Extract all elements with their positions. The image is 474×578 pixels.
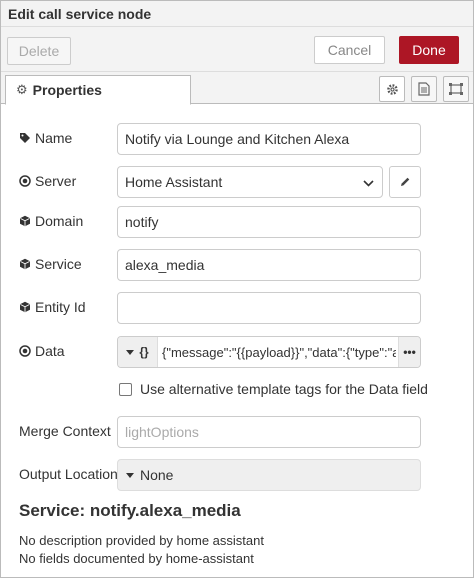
domain-label: Domain [19,213,83,229]
service-input[interactable]: alexa_media [117,249,421,281]
output-location-value: None [140,467,174,483]
caret-down-icon [126,472,134,478]
output-location-row: Output Location None [0,459,474,491]
domain-row: Domain notify [0,206,474,238]
gear-icon: ⚙ [16,82,28,97]
data-value[interactable]: {"message":"{{payload}}","data":{"type":… [162,337,396,367]
node-appearance-icon [449,83,463,95]
domain-input[interactable]: notify [117,206,421,238]
entity-id-row: Entity Id [0,292,474,324]
service-heading: Service: notify.alexa_media [19,501,241,520]
output-location-select[interactable]: None [117,459,421,491]
name-row: Name Notify via Lounge and Kitchen Alexa [0,123,474,155]
pencil-icon [401,177,410,186]
file-icon [418,82,430,96]
tag-icon [19,132,31,144]
data-row: Data {} {"message":"{{payload}}","data":… [0,336,474,368]
alt-template-row: Use alternative template tags for the Da… [119,381,428,397]
title-bar: Edit call service node [1,1,473,27]
caret-down-icon [126,349,135,355]
tab-properties[interactable]: ⚙ Properties [5,75,191,105]
edit-server-button[interactable] [389,166,421,198]
merge-context-row: Merge Context lightOptions [0,416,474,448]
service-fields-note: No fields documented by home-assistant [19,551,254,566]
output-location-label: Output Location [19,466,118,482]
dot-circle-icon [19,175,31,187]
name-input[interactable]: Notify via Lounge and Kitchen Alexa [117,123,421,155]
entity-id-label: Entity Id [19,299,86,315]
cube-icon [19,301,31,313]
data-type-label: {} [139,345,149,359]
tab-description[interactable] [411,76,437,102]
dot-circle-icon [19,345,31,357]
alt-template-label: Use alternative template tags for the Da… [140,381,428,397]
expand-editor-button[interactable]: ••• [398,337,420,367]
data-typed-input[interactable]: {} {"message":"{{payload}}","data":{"typ… [117,336,421,368]
server-label: Server [19,173,76,189]
service-description: No description provided by home assistan… [19,533,264,548]
gear-icon [386,83,398,95]
entity-id-input[interactable] [117,292,421,324]
server-select-value: Home Assistant [125,174,223,190]
dialog-toolbar: Delete Cancel Done [1,27,473,72]
server-row: Server Home Assistant [0,166,474,198]
data-label: Data [19,343,65,359]
dialog-title: Edit call service node [8,6,152,22]
alt-template-checkbox[interactable] [119,382,132,396]
data-type-selector[interactable]: {} [118,337,158,367]
chevron-down-icon [363,174,374,190]
merge-context-label: Merge Context [19,423,111,439]
tab-settings[interactable] [379,76,405,102]
tab-appearance[interactable] [443,76,469,102]
delete-button[interactable]: Delete [7,37,71,65]
tab-properties-label: Properties [32,82,102,98]
ellipsis-icon: ••• [403,345,416,359]
tabs-row: ⚙ Properties [1,72,473,105]
service-row: Service alexa_media [0,249,474,281]
cancel-button[interactable]: Cancel [314,36,385,64]
cube-icon [19,258,31,270]
server-select[interactable]: Home Assistant [117,166,383,198]
cube-icon [19,215,31,227]
service-label: Service [19,256,82,272]
done-button[interactable]: Done [399,36,459,64]
name-label: Name [19,130,72,146]
merge-context-input[interactable]: lightOptions [117,416,421,448]
